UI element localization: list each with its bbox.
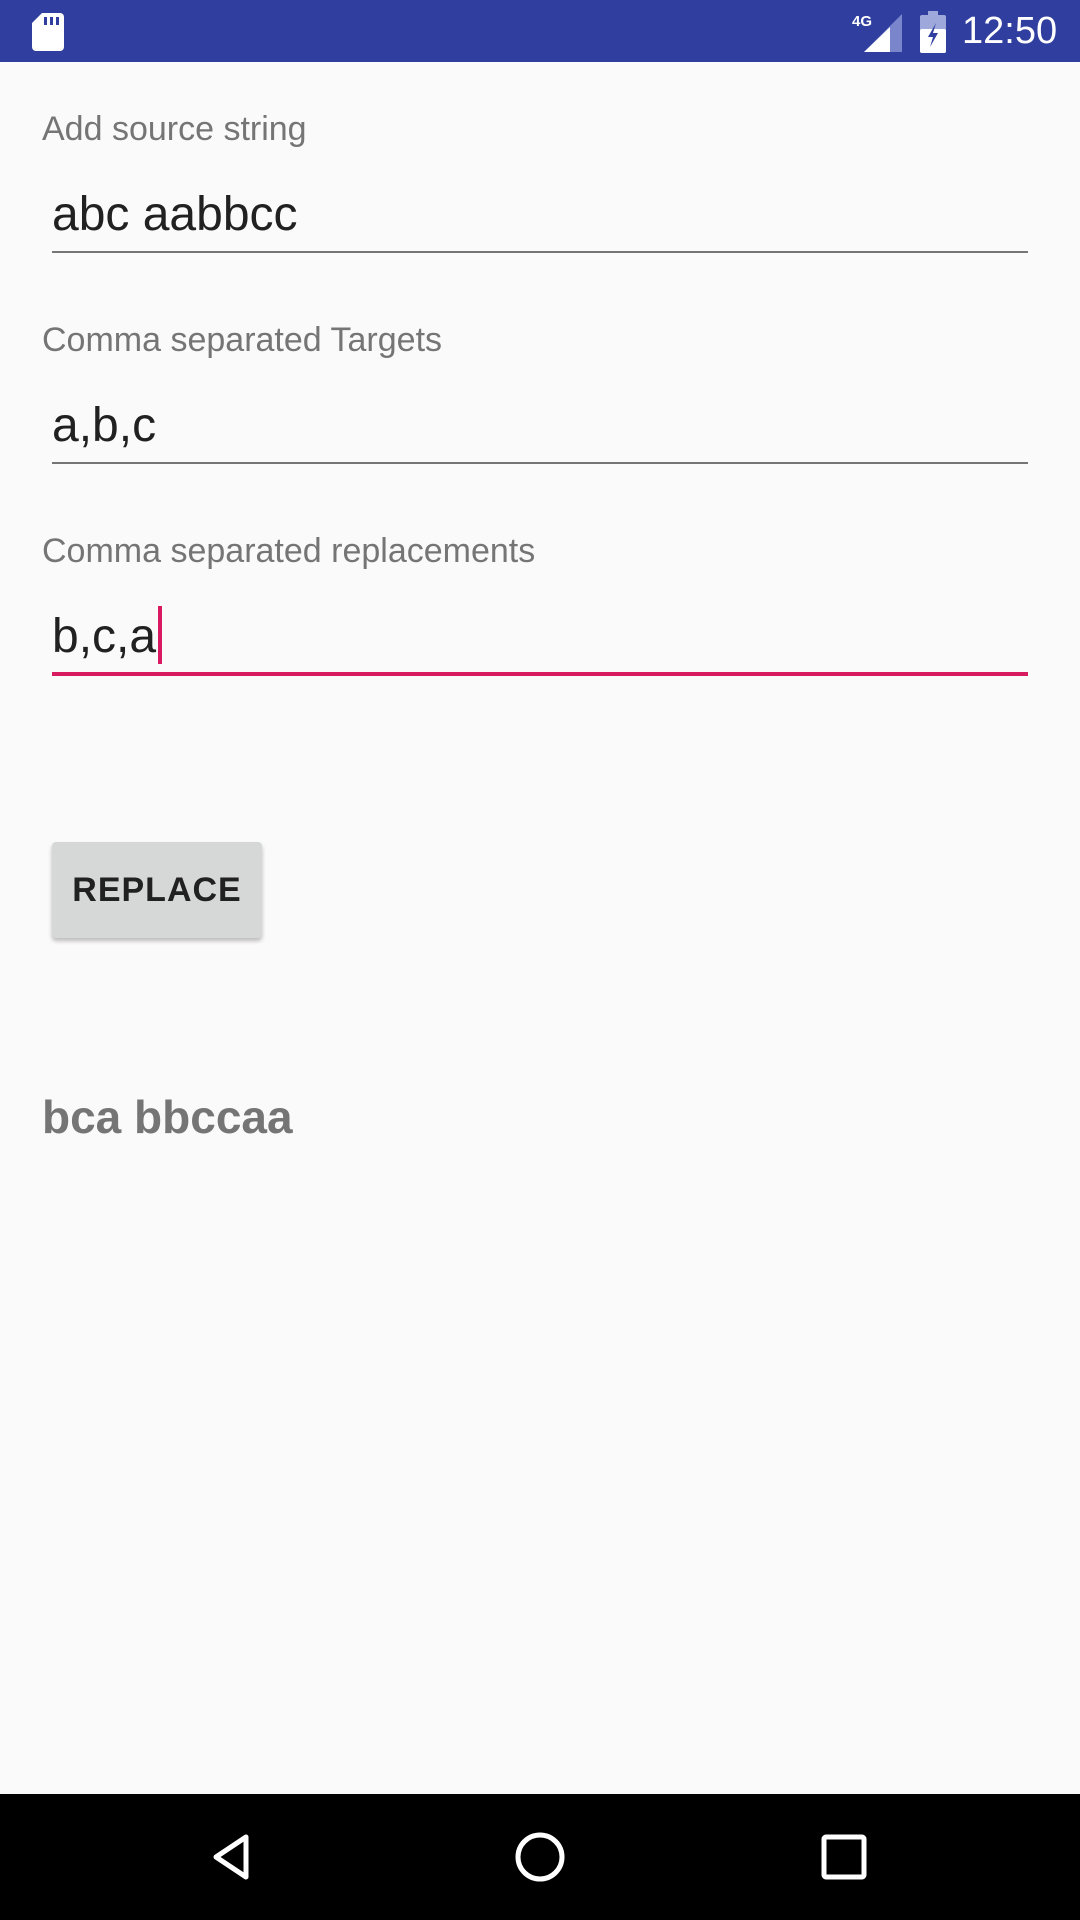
targets-label: Comma separated Targets bbox=[42, 321, 443, 359]
replacements-input[interactable]: b,c,a bbox=[52, 602, 1028, 672]
targets-input[interactable]: a,b,c bbox=[52, 391, 1028, 461]
source-string-label: Add source string bbox=[42, 110, 307, 148]
text-cursor bbox=[158, 606, 163, 665]
source-string-underline bbox=[52, 251, 1028, 253]
back-button[interactable] bbox=[176, 1794, 296, 1920]
home-button[interactable] bbox=[480, 1794, 600, 1920]
network-type-label: 4G bbox=[852, 13, 872, 30]
back-icon bbox=[213, 1834, 249, 1880]
recents-button[interactable] bbox=[784, 1794, 904, 1920]
status-clock: 12:50 bbox=[962, 10, 1058, 52]
signal-icon: 4G bbox=[852, 13, 902, 52]
home-icon bbox=[515, 1832, 565, 1882]
replace-button[interactable]: REPLACE bbox=[52, 842, 262, 938]
status-bar: 4G 12:50 bbox=[0, 0, 1080, 62]
result-text: bca bbccaa bbox=[42, 1091, 293, 1143]
replacements-label: Comma separated replacements bbox=[42, 532, 536, 570]
replacements-value: b,c,a bbox=[52, 610, 157, 663]
sd-card-icon bbox=[32, 13, 64, 51]
source-string-input[interactable]: abc aabbcc bbox=[52, 180, 1028, 250]
replacements-underline bbox=[52, 672, 1028, 676]
targets-underline bbox=[52, 462, 1028, 464]
battery-icon bbox=[920, 11, 946, 53]
recents-icon bbox=[821, 1834, 867, 1880]
navigation-bar bbox=[0, 1794, 1080, 1920]
